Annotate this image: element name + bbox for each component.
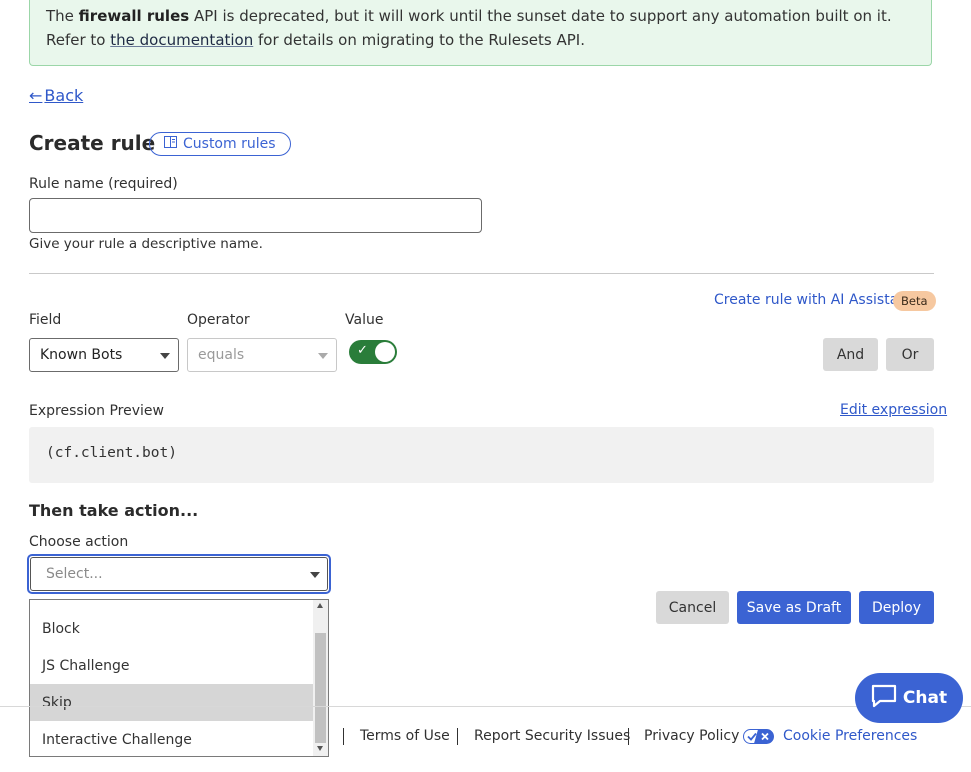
scroll-up-icon[interactable] — [317, 603, 323, 608]
value-label: Value — [345, 312, 384, 328]
chat-bubble-icon — [871, 684, 897, 713]
choose-action-label: Choose action — [29, 534, 129, 550]
footer-divider — [0, 706, 971, 707]
book-icon — [164, 136, 177, 152]
action-select[interactable]: Select... — [30, 557, 328, 591]
value-toggle[interactable]: ✓ — [349, 340, 397, 364]
chat-button[interactable]: Chat — [855, 673, 963, 723]
banner-text-suffix: for details on migrating to the Rulesets… — [253, 31, 585, 49]
dropdown-scrollbar[interactable] — [313, 600, 328, 756]
action-select-placeholder: Select... — [46, 566, 103, 582]
option-interactive-challenge[interactable]: Interactive Challenge — [30, 721, 314, 758]
option-block[interactable]: Block — [30, 610, 314, 647]
terms-link[interactable]: Terms of Use — [360, 728, 450, 744]
expression-preview-label: Expression Preview — [29, 403, 164, 419]
report-security-link[interactable]: Report Security Issues — [474, 728, 630, 744]
arrow-left-icon: ← — [29, 86, 43, 105]
cancel-button[interactable]: Cancel — [656, 591, 729, 624]
field-label: Field — [29, 312, 62, 328]
banner-text-prefix: The — [46, 7, 79, 25]
banner-text-bold: firewall rules — [78, 7, 190, 25]
back-label: Back — [44, 86, 84, 105]
field-select[interactable]: Known Bots — [29, 338, 179, 372]
page-title: Create rule — [29, 131, 156, 155]
beta-badge: Beta — [893, 291, 936, 311]
custom-rules-docs-button[interactable]: Custom rules — [149, 132, 291, 156]
cookie-preferences-link[interactable]: Cookie Preferences — [783, 728, 917, 744]
scroll-down-icon[interactable] — [317, 746, 323, 751]
expression-preview: (cf.client.bot) — [29, 427, 934, 483]
operator-select-value: equals — [198, 347, 245, 363]
divider — [29, 273, 934, 274]
option-skip[interactable]: Skip — [30, 684, 314, 721]
or-button[interactable]: Or — [886, 338, 934, 371]
footer-separator — [457, 728, 458, 745]
privacy-choices-icon — [743, 729, 774, 748]
and-button[interactable]: And — [823, 338, 878, 371]
operator-select[interactable]: equals — [187, 338, 337, 372]
footer-separator — [343, 728, 344, 745]
ai-assistant-link[interactable]: Create rule with AI Assistant — [714, 292, 913, 308]
privacy-policy-link[interactable]: Privacy Policy — [644, 728, 739, 744]
operator-label: Operator — [187, 312, 250, 328]
deprecation-banner: The firewall rules API is deprecated, bu… — [29, 0, 932, 66]
action-heading: Then take action... — [29, 501, 199, 520]
chevron-down-icon — [160, 353, 170, 359]
documentation-link[interactable]: the documentation — [110, 31, 253, 49]
check-icon: ✓ — [357, 343, 368, 358]
deploy-button[interactable]: Deploy — [859, 591, 934, 624]
toggle-knob — [375, 342, 395, 362]
back-link[interactable]: ← Back — [29, 86, 83, 105]
edit-expression-link[interactable]: Edit expression — [840, 402, 947, 418]
footer-separator — [628, 728, 629, 745]
option-js-challenge[interactable]: JS Challenge — [30, 647, 314, 684]
custom-rules-label: Custom rules — [183, 136, 276, 152]
rule-name-label: Rule name (required) — [29, 176, 178, 192]
chat-label: Chat — [902, 688, 948, 708]
chevron-down-icon — [310, 572, 320, 578]
chevron-down-icon — [318, 353, 328, 359]
action-dropdown-list: Block JS Challenge Skip Interactive Chal… — [29, 599, 329, 757]
expression-text: (cf.client.bot) — [46, 445, 177, 461]
scrollbar-thumb[interactable] — [315, 633, 326, 743]
rule-name-input[interactable] — [29, 198, 482, 233]
field-select-value: Known Bots — [40, 347, 123, 363]
rule-name-hint: Give your rule a descriptive name. — [29, 236, 263, 252]
save-draft-button[interactable]: Save as Draft — [737, 591, 851, 624]
